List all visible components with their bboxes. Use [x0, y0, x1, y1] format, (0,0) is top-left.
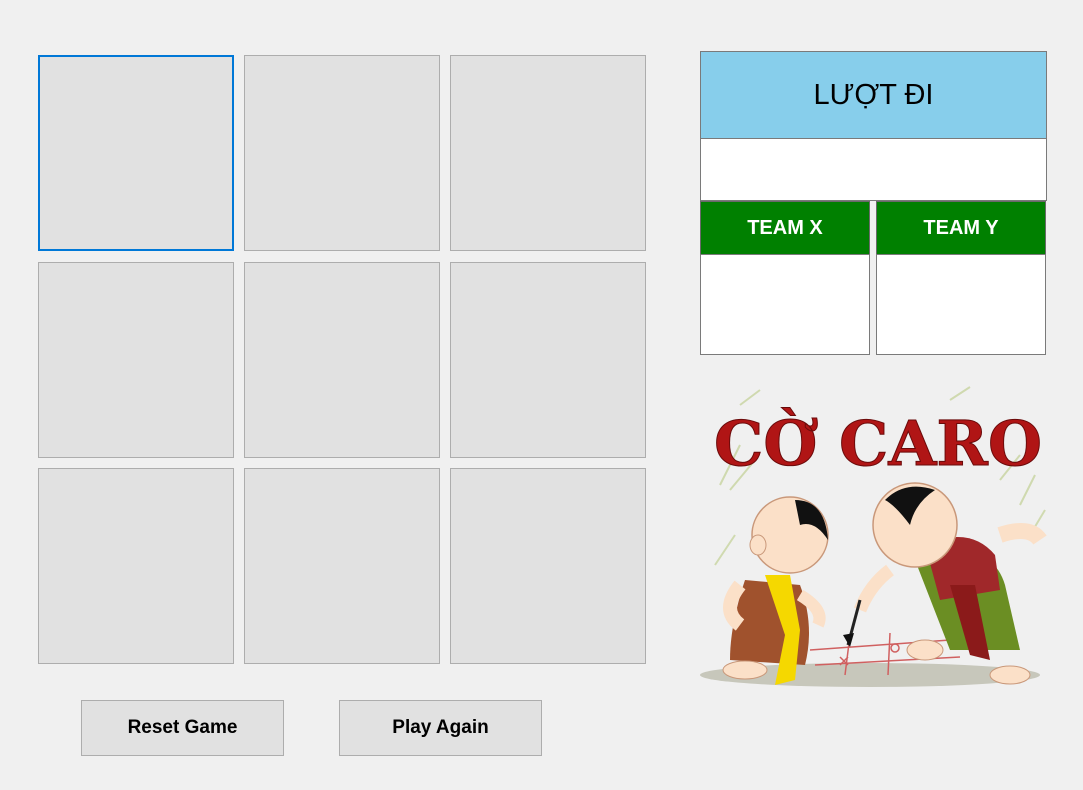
board-cell-5[interactable] [244, 262, 440, 458]
right-boy-figure [843, 482, 1047, 685]
board-cell-4[interactable] [38, 262, 234, 458]
board-cell-6[interactable] [450, 262, 646, 458]
team-x-score [700, 254, 870, 355]
reset-game-button[interactable]: Reset Game [81, 700, 284, 756]
board-cell-1[interactable] [38, 55, 234, 251]
team-y-label: TEAM Y [876, 201, 1046, 255]
board-cell-7[interactable] [38, 468, 234, 664]
board-cell-9[interactable] [450, 468, 646, 664]
co-caro-logo: CỜ CARO [700, 386, 1047, 687]
board-cell-2[interactable] [244, 55, 440, 251]
game-board [38, 55, 648, 666]
logo-title: CỜ CARO [714, 407, 1042, 480]
board-cell-8[interactable] [244, 468, 440, 664]
board-cell-3[interactable] [450, 55, 646, 251]
team-x-label: TEAM X [700, 201, 870, 255]
turn-label: LƯỢT ĐI [700, 51, 1047, 139]
left-boy-figure [722, 496, 829, 685]
current-turn-display [700, 138, 1047, 201]
play-again-button[interactable]: Play Again [339, 700, 542, 756]
team-y-score [876, 254, 1046, 355]
